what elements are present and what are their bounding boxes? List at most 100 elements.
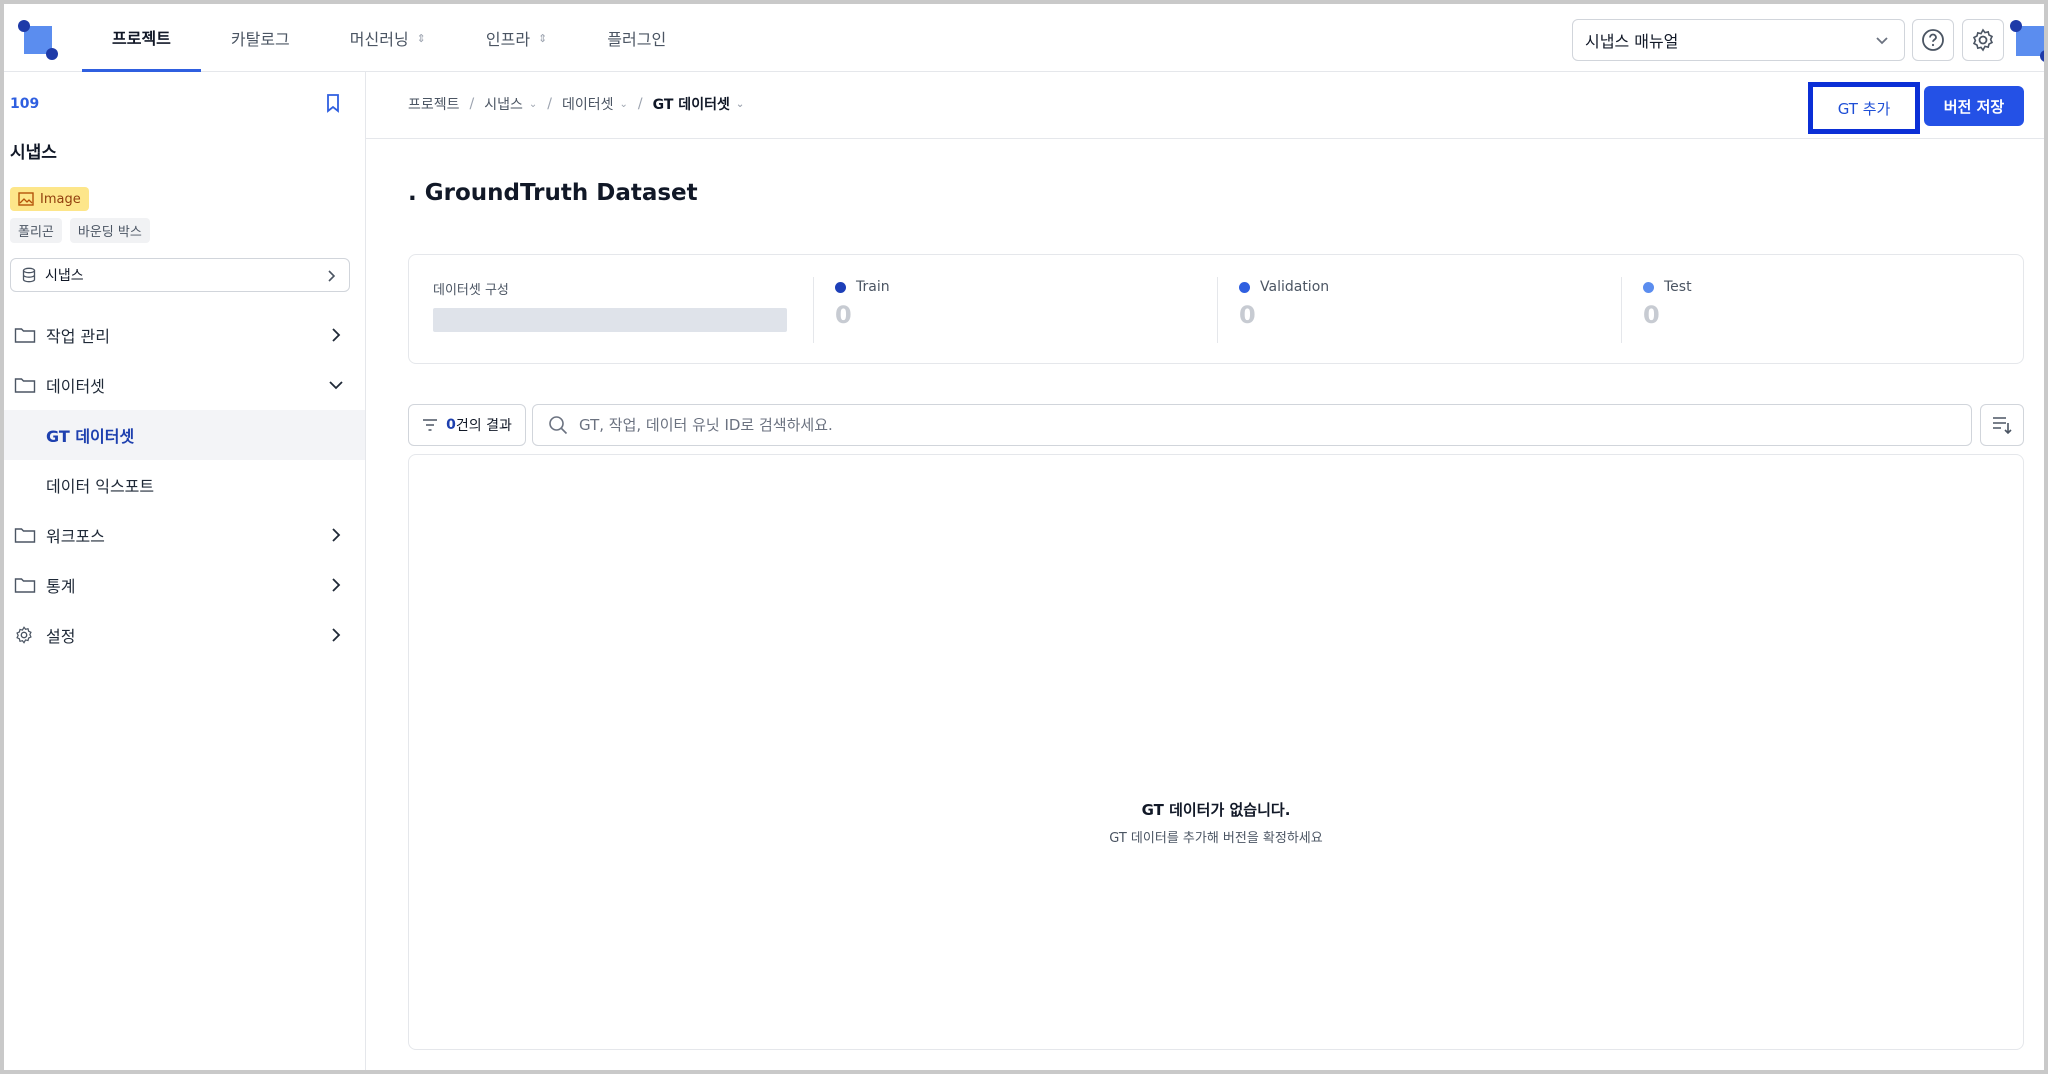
composition-label: 데이터셋 구성 bbox=[433, 283, 509, 298]
chevron-down-icon: ⌄ bbox=[619, 98, 628, 110]
chevron-right-icon bbox=[328, 270, 336, 282]
chevron-right-icon bbox=[332, 578, 341, 592]
type-badge: Image bbox=[10, 187, 89, 211]
app-window: 프로젝트 카탈로그 머신러닝 ⇕ 인프라 ⇕ 플러그인 시냅스 매뉴얼 109 시냅… bbox=[0, 0, 2048, 1074]
chevron-down-icon bbox=[1876, 37, 1888, 45]
divider bbox=[813, 277, 814, 343]
type-badge-label: Image bbox=[40, 191, 81, 207]
composition-bar bbox=[433, 308, 787, 332]
dataset-select-value: 시냅스 bbox=[45, 268, 84, 284]
divider bbox=[1621, 277, 1622, 343]
breadcrumb: 프로젝트 / 시냅스 ⌄ / 데이터셋 ⌄ / GT 데이터셋 ⌄ bbox=[408, 94, 744, 114]
folder-icon bbox=[14, 378, 36, 393]
chevron-right-icon bbox=[332, 528, 341, 542]
filter-icon bbox=[423, 419, 438, 431]
validation-dot-icon bbox=[1239, 281, 1250, 293]
breadcrumb-item[interactable]: 프로젝트 bbox=[408, 94, 460, 114]
empty-state-title: GT 데이터가 없습니다. bbox=[1141, 801, 1291, 819]
help-circle-icon bbox=[1922, 29, 1944, 51]
sidebar-item-label: 작업 관리 bbox=[46, 327, 110, 346]
sidebar-item-task-management[interactable]: 작업 관리 bbox=[4, 310, 365, 360]
breadcrumb-separator: / bbox=[547, 96, 552, 112]
chevron-down-icon: ⌄ bbox=[528, 98, 538, 110]
top-navigation-bar: 프로젝트 카탈로그 머신러닝 ⇕ 인프라 ⇕ 플러그인 시냅스 매뉴얼 bbox=[4, 4, 2044, 72]
tag: 바운딩 박스 bbox=[69, 218, 150, 243]
sidebar-item-label: 데이터셋 bbox=[46, 377, 105, 396]
sidebar-item-dataset[interactable]: 데이터셋 bbox=[4, 360, 365, 410]
stat-label: Test bbox=[1664, 279, 1692, 295]
sidebar-item-gt-dataset[interactable]: GT 데이터셋 bbox=[4, 410, 365, 460]
search-input[interactable] bbox=[579, 416, 1959, 434]
save-version-button[interactable]: 버전 저장 bbox=[1924, 86, 2024, 126]
chevron-down-icon: ⌄ bbox=[735, 98, 745, 110]
sidebar-menu: 작업 관리 데이터셋 GT 데이터셋 데이터 익스포트 워크포스 통계 설정 bbox=[4, 310, 365, 660]
folder-icon bbox=[14, 528, 36, 543]
add-gt-button[interactable]: GT 추가 bbox=[1808, 82, 1920, 134]
manual-select[interactable]: 시냅스 매뉴얼 bbox=[1572, 19, 1905, 61]
settings-button[interactable] bbox=[1962, 19, 2004, 61]
stat-label: Validation bbox=[1260, 279, 1330, 295]
breadcrumb-item[interactable]: 데이터셋 ⌄ bbox=[562, 94, 628, 114]
gear-icon bbox=[16, 626, 32, 644]
avatar[interactable] bbox=[2008, 18, 2048, 62]
divider bbox=[366, 138, 2044, 139]
result-count-suffix: 건의 결과 bbox=[455, 418, 512, 434]
chevron-right-icon bbox=[332, 628, 341, 642]
sidebar-item-settings[interactable]: 설정 bbox=[4, 610, 365, 660]
project-id: 109 bbox=[10, 96, 40, 112]
stat-validation: Validation 0 bbox=[1239, 279, 1329, 341]
sidebar: 109 시냅스 Image 폴리곤 바운딩 박스 시냅스 작업 관리 데이터셋 bbox=[4, 72, 366, 1070]
search-box[interactable] bbox=[532, 404, 1972, 446]
main-nav: 프로젝트 카탈로그 머신러닝 ⇕ 인프라 ⇕ 플러그인 bbox=[82, 4, 696, 72]
breadcrumb-item[interactable]: 시냅스 ⌄ bbox=[484, 94, 537, 114]
sidebar-item-workforce[interactable]: 워크포스 bbox=[4, 510, 365, 560]
nav-tab-plugins[interactable]: 플러그인 bbox=[577, 4, 696, 72]
page-title: . GroundTruth Dataset bbox=[408, 180, 698, 206]
sidebar-item-statistics[interactable]: 통계 bbox=[4, 560, 365, 610]
project-name: 시냅스 bbox=[10, 143, 57, 163]
dataset-composition: 데이터셋 구성 bbox=[433, 279, 787, 332]
filter-button[interactable]: 0 건의 결과 bbox=[408, 404, 526, 446]
breadcrumb-item-current[interactable]: GT 데이터셋 ⌄ bbox=[653, 94, 745, 114]
sidebar-item-label: 통계 bbox=[46, 577, 76, 596]
nav-tab-machine-learning[interactable]: 머신러닝 ⇕ bbox=[320, 4, 456, 72]
stat-train: Train 0 bbox=[835, 279, 890, 341]
updown-caret-icon: ⇕ bbox=[416, 31, 426, 45]
app-logo[interactable] bbox=[16, 18, 60, 62]
search-icon bbox=[549, 416, 568, 435]
help-button[interactable] bbox=[1912, 19, 1954, 61]
stat-value: 0 bbox=[835, 301, 852, 329]
updown-caret-icon: ⇕ bbox=[538, 31, 548, 45]
sidebar-item-label: 워크포스 bbox=[46, 527, 105, 546]
result-count: 0 bbox=[446, 417, 456, 433]
sort-button[interactable] bbox=[1980, 404, 2024, 446]
tag-list: 폴리곤 바운딩 박스 bbox=[10, 218, 150, 243]
sidebar-item-data-export[interactable]: 데이터 익스포트 bbox=[4, 460, 365, 510]
nav-tab-infra[interactable]: 인프라 ⇕ bbox=[456, 4, 577, 72]
breadcrumb-separator: / bbox=[637, 96, 643, 112]
sort-icon bbox=[1993, 417, 2012, 435]
sidebar-item-label: 설정 bbox=[46, 627, 76, 646]
bookmark-icon[interactable] bbox=[322, 92, 344, 114]
database-icon bbox=[22, 267, 36, 283]
empty-state-subtitle: GT 데이터를 추가해 버전을 확정하세요 bbox=[1109, 831, 1323, 846]
stat-value: 0 bbox=[1239, 301, 1256, 329]
test-dot-icon bbox=[1643, 281, 1654, 293]
results-panel: GT 데이터가 없습니다. GT 데이터를 추가해 버전을 확정하세요 bbox=[408, 454, 2024, 1050]
image-icon bbox=[18, 192, 34, 206]
chevron-down-icon bbox=[329, 381, 343, 390]
gear-icon bbox=[1972, 28, 1994, 52]
nav-tab-catalog[interactable]: 카탈로그 bbox=[201, 4, 320, 72]
chevron-right-icon bbox=[332, 328, 341, 342]
main-content: 프로젝트 / 시냅스 ⌄ / 데이터셋 ⌄ / GT 데이터셋 ⌄ GT 추가 버전 … bbox=[366, 72, 2044, 1070]
stat-label: Train bbox=[856, 279, 890, 295]
dataset-select[interactable]: 시냅스 bbox=[10, 258, 350, 292]
breadcrumb-separator: / bbox=[469, 96, 475, 112]
divider bbox=[1217, 277, 1218, 343]
folder-icon bbox=[14, 328, 36, 343]
nav-tab-projects[interactable]: 프로젝트 bbox=[82, 4, 201, 72]
train-dot-icon bbox=[835, 281, 846, 293]
stat-value: 0 bbox=[1643, 301, 1660, 329]
tag: 폴리곤 bbox=[10, 218, 62, 243]
stat-test: Test 0 bbox=[1643, 279, 1692, 341]
